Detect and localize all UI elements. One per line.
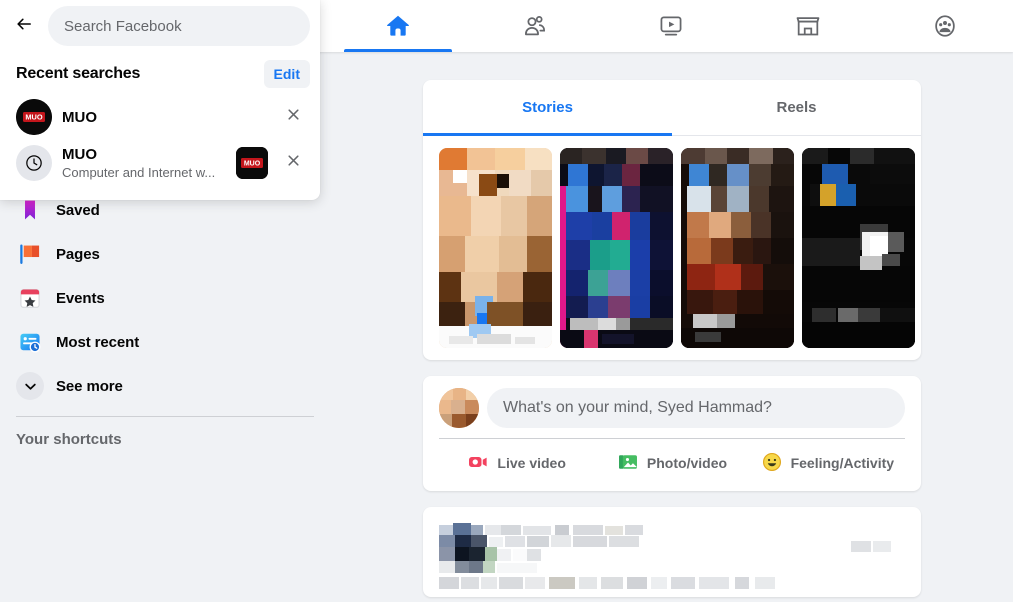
saved-bookmark-icon: [16, 196, 44, 224]
composer-actions: Live video Photo/video Feeling/Activity: [439, 445, 905, 481]
recent-search-item-1[interactable]: MUO MUO: [4, 94, 316, 140]
stories-strip[interactable]: [423, 136, 921, 360]
recent-search-text-2: MUO Computer and Internet w...: [62, 145, 226, 181]
recent-searches-header: Recent searches Edit: [0, 52, 320, 94]
nav-tab-groups[interactable]: [876, 0, 1013, 52]
blurred-post-placeholder: [439, 523, 891, 589]
groups-icon: [931, 12, 959, 40]
close-icon: [286, 153, 301, 173]
live-video-button[interactable]: Live video: [439, 445, 594, 481]
photo-video-button[interactable]: Photo/video: [594, 445, 749, 481]
see-more-label: See more: [56, 377, 123, 395]
search-input[interactable]: [64, 17, 294, 35]
sidebar-item-events[interactable]: Events: [8, 276, 322, 320]
post-redacted-content: [439, 519, 905, 589]
back-arrow-icon: [14, 14, 34, 39]
svg-text:MUO: MUO: [244, 160, 261, 167]
live-video-label: Live video: [497, 455, 566, 471]
sidebar-item-pages[interactable]: Pages: [8, 232, 322, 276]
active-tab-indicator: [344, 49, 453, 52]
sidebar-item-label: Saved: [56, 201, 100, 219]
sidebar-see-more-button[interactable]: See more: [8, 364, 322, 408]
stories-reels-tabs: Stories Reels: [423, 80, 921, 136]
events-calendar-icon: [16, 284, 44, 312]
search-panel: Recent searches Edit MUO MUO: [0, 0, 320, 200]
feeling-activity-label: Feeling/Activity: [790, 455, 895, 471]
top-navigation: [330, 0, 1013, 52]
recent-search-text-1: MUO: [62, 108, 268, 127]
facebook-app: Marketplace Watch: [0, 0, 1013, 602]
search-input-wrapper[interactable]: [48, 6, 310, 46]
recent-search-subtitle: Computer and Internet w...: [62, 165, 216, 180]
stories-active-indicator: [423, 133, 672, 136]
tab-stories-label: Stories: [522, 99, 573, 116]
tab-reels-label: Reels: [776, 99, 817, 116]
feeling-activity-button[interactable]: Feeling/Activity: [750, 445, 905, 481]
feed-post-card[interactable]: [423, 507, 921, 597]
search-back-button[interactable]: [6, 8, 42, 44]
story-thumbnail-3[interactable]: [681, 148, 794, 348]
user-avatar[interactable]: [439, 388, 479, 428]
live-video-icon: [467, 451, 489, 476]
nav-tab-watch[interactable]: [603, 0, 740, 52]
most-recent-feed-icon: [16, 328, 44, 356]
history-clock-icon: [16, 145, 52, 181]
composer-input[interactable]: What's on your mind, Syed Hammad?: [487, 388, 905, 428]
story-thumbnail-2[interactable]: [560, 148, 673, 348]
nav-tab-friends[interactable]: [467, 0, 604, 52]
remove-recent-search-1-button[interactable]: [278, 102, 308, 132]
recent-searches-title: Recent searches: [16, 65, 141, 82]
home-icon: [384, 12, 412, 40]
stories-card: Stories Reels: [423, 80, 921, 360]
sidebar-divider: [16, 416, 314, 417]
sidebar-item-label: Most recent: [56, 333, 140, 351]
svg-text:MUO: MUO: [25, 112, 42, 121]
tab-reels[interactable]: Reels: [672, 80, 921, 135]
nav-tab-marketplace[interactable]: [740, 0, 877, 52]
sidebar-item-label: Pages: [56, 245, 100, 263]
muo-thumbnail: MUO: [236, 147, 268, 179]
composer-placeholder: What's on your mind, Syed Hammad?: [503, 399, 772, 416]
watch-icon: [657, 12, 685, 40]
tab-stories[interactable]: Stories: [423, 80, 672, 136]
sidebar-item-label: Events: [56, 289, 105, 307]
main-feed: Stories Reels What's on your mind, Syed …: [423, 52, 921, 602]
friends-icon: [521, 12, 549, 40]
post-composer-card: What's on your mind, Syed Hammad? Live v…: [423, 376, 921, 491]
nav-tab-home[interactable]: [330, 0, 467, 52]
story-thumbnail-1[interactable]: [439, 148, 552, 348]
edit-recent-searches-button[interactable]: Edit: [263, 60, 310, 88]
composer-top-row: What's on your mind, Syed Hammad?: [439, 388, 905, 428]
search-row: [0, 0, 320, 52]
photo-video-label: Photo/video: [646, 455, 728, 471]
story-thumbnail-4[interactable]: [802, 148, 915, 348]
photo-video-icon: [617, 451, 639, 476]
chevron-down-icon: [16, 372, 44, 400]
sidebar-item-most-recent[interactable]: Most recent: [8, 320, 322, 364]
recent-search-item-2[interactable]: MUO Computer and Internet w... MUO: [4, 140, 316, 186]
remove-recent-search-2-button[interactable]: [278, 148, 308, 178]
composer-divider: [439, 438, 905, 439]
recent-search-title: MUO: [62, 108, 97, 126]
pages-flag-icon: [16, 240, 44, 268]
close-icon: [286, 107, 301, 127]
recent-search-title: MUO: [62, 146, 97, 163]
feeling-activity-icon: [761, 451, 783, 476]
marketplace-icon: [794, 12, 822, 40]
muo-page-avatar: MUO: [16, 99, 52, 135]
your-shortcuts-heading: Your shortcuts: [16, 431, 122, 448]
